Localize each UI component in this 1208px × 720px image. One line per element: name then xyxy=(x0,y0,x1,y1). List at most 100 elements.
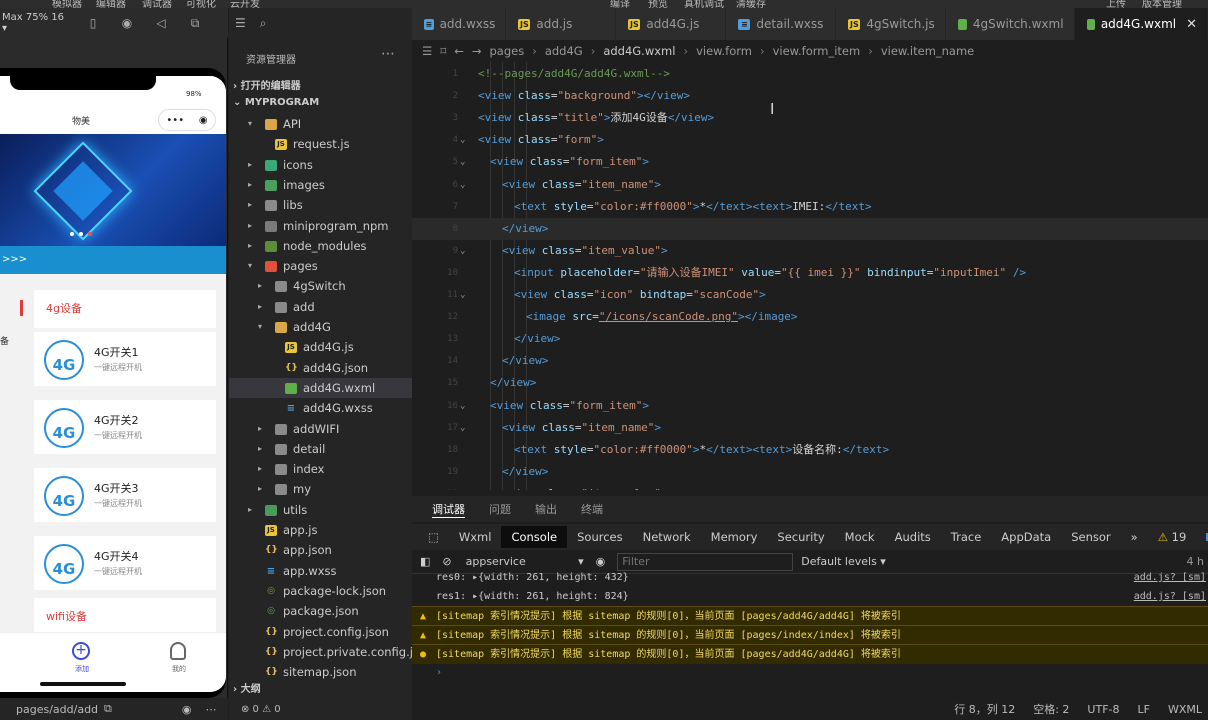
problems-status[interactable]: ⊗ 0 ⚠ 0 xyxy=(229,698,412,720)
console-prompt[interactable]: › xyxy=(412,663,1208,683)
tree-item[interactable]: ▸ libs xyxy=(229,195,412,215)
device-card[interactable]: 4G 4G开关1 一键远程开机 xyxy=(34,332,216,386)
device-selector[interactable]: Max 75% 16 ▾ xyxy=(2,12,68,34)
code-line[interactable]: 20 <view class="item_value"> xyxy=(412,483,1208,490)
menu-3[interactable]: 可视化 xyxy=(186,0,216,8)
code-line[interactable]: 3 <view class="title">添加4G设备</view> xyxy=(412,107,1208,129)
chevron-icon[interactable]: ▸ xyxy=(255,276,265,296)
devtools-tab-mock[interactable]: Mock xyxy=(835,526,885,548)
more-tabs-icon[interactable]: » xyxy=(1121,526,1148,548)
tree-item[interactable]: ▸ add xyxy=(229,297,412,317)
profile-tab-icon[interactable] xyxy=(170,642,186,660)
tab-add-wxss[interactable]: ≡ add.wxss xyxy=(412,8,507,40)
fold-chevron-icon[interactable]: ⌄ xyxy=(460,129,465,151)
open-editors-section[interactable]: › 打开的编辑器 xyxy=(233,77,301,92)
device-card[interactable]: 4G 4G开关2 一键远程开机 xyxy=(34,400,216,454)
tree-item[interactable]: ▸ index xyxy=(229,459,412,479)
page-path[interactable]: pages/add/add xyxy=(16,703,98,716)
record-icon[interactable]: ◉ xyxy=(118,16,136,30)
eye-icon[interactable]: ◉ xyxy=(596,555,606,568)
device-card[interactable]: 4G 4G开关4 一键远程开机 xyxy=(34,536,216,590)
devtools-tab-sources[interactable]: Sources xyxy=(567,526,633,548)
menu-2[interactable]: 调试器 xyxy=(142,0,172,8)
back-icon[interactable]: ← xyxy=(454,44,464,58)
tree-item[interactable]: ▸ icons xyxy=(229,155,412,175)
log-levels-select[interactable]: Default levels ▾ xyxy=(801,555,886,568)
code-line[interactable]: 15 </view> xyxy=(412,372,1208,394)
close-mini-program-icon[interactable]: ◉ xyxy=(199,115,208,126)
eol[interactable]: LF xyxy=(1138,703,1150,716)
tab-add4G-wxml[interactable]: add4G.wxml ✕ xyxy=(1074,8,1208,40)
code-editor[interactable]: 1 <!--pages/add4G/add4G.wxml--> 2 <view cla… xyxy=(412,62,1208,490)
tab-add-js[interactable]: JS add.js xyxy=(506,8,617,40)
code-line[interactable]: 1 <!--pages/add4G/add4G.wxml--> xyxy=(412,63,1208,85)
tree-item[interactable]: {} app.json xyxy=(229,540,412,560)
sound-icon[interactable]: ◁ xyxy=(152,16,170,30)
menu-0[interactable]: 模拟器 xyxy=(52,0,82,8)
code-line[interactable]: 17 ⌄ <view class="item_name"> xyxy=(412,417,1208,439)
toolbar-right-0[interactable]: 上传 xyxy=(1106,0,1126,8)
tree-item[interactable]: ≡ add4G.wxss xyxy=(229,398,412,418)
devtools-tab-wxml[interactable]: Wxml xyxy=(449,526,502,548)
code-line[interactable]: 19 </view> xyxy=(412,461,1208,483)
chevron-icon[interactable]: ▸ xyxy=(255,439,265,459)
capsule-button[interactable]: ••• ◉ xyxy=(158,109,216,131)
forward-icon[interactable]: → xyxy=(472,44,482,58)
devtools-tab-network[interactable]: Network xyxy=(633,526,701,548)
tab-add-label[interactable]: 添加 xyxy=(75,664,89,674)
code-line[interactable]: 9 ⌄ <view class="item_value"> xyxy=(412,240,1208,262)
crumb-item[interactable]: add4G xyxy=(545,44,583,58)
tree-item[interactable]: ▾ add4G xyxy=(229,317,412,337)
eye-icon[interactable]: ◉ xyxy=(182,703,192,716)
code-line[interactable]: 4 ⌄ <view class="form"> xyxy=(412,129,1208,151)
tree-item[interactable]: ▸ utils xyxy=(229,500,412,520)
code-line[interactable]: 11 ⌄ <view class="icon" bindtap="scanCode"… xyxy=(412,284,1208,306)
chevron-icon[interactable]: ▸ xyxy=(245,500,255,520)
tree-item[interactable]: ▸ miniprogram_npm xyxy=(229,216,412,236)
devtools-tab-trace[interactable]: Trace xyxy=(941,526,992,548)
code-line[interactable]: 13 </view> xyxy=(412,328,1208,350)
warning-count[interactable]: ⚠ 19 xyxy=(1148,526,1197,548)
chevron-icon[interactable]: ▸ xyxy=(255,459,265,479)
chevron-icon[interactable]: ▾ xyxy=(245,256,255,276)
tab-add4G-js[interactable]: JS add4G.js xyxy=(616,8,727,40)
tab-4gSwitch-js[interactable]: JS 4gSwitch.js xyxy=(836,8,947,40)
inspect-icon[interactable]: ⬚ xyxy=(418,526,449,548)
chevron-icon[interactable]: ▸ xyxy=(245,216,255,236)
devtools-tab-memory[interactable]: Memory xyxy=(701,526,768,548)
devtools-tab-console[interactable]: Console xyxy=(501,526,568,548)
chevron-icon[interactable]: ▾ xyxy=(255,317,265,337)
chevron-icon[interactable]: ▸ xyxy=(255,479,265,499)
tree-item[interactable]: add4G.wxml xyxy=(229,377,412,398)
code-line[interactable]: 6 ⌄ <view class="item_name"> xyxy=(412,174,1208,196)
clear-console-icon[interactable]: ⊘ xyxy=(442,555,451,568)
explorer-more-icon[interactable]: ⋯ xyxy=(381,46,395,62)
toolbar-2[interactable]: 真机调试 xyxy=(684,0,724,8)
chevron-icon[interactable]: ▸ xyxy=(245,236,255,256)
add-tab-icon[interactable]: + xyxy=(72,642,90,660)
code-line[interactable]: 14 </view> xyxy=(412,350,1208,372)
tree-item[interactable]: ▾ pages xyxy=(229,256,412,276)
code-line[interactable]: 2 <view class="background"></view> xyxy=(412,85,1208,107)
sidebar-toggle-icon[interactable]: ◧ xyxy=(420,555,430,568)
tree-item[interactable]: JS app.js xyxy=(229,520,412,540)
chevron-icon[interactable]: ▸ xyxy=(245,175,255,195)
code-line[interactable]: 8 </view> xyxy=(412,217,1208,240)
devtools-tab-security[interactable]: Security xyxy=(767,526,834,548)
split-icon[interactable]: ☰ xyxy=(422,44,432,58)
cursor-position[interactable]: 行 8，列 12 xyxy=(954,701,1015,717)
files-icon[interactable]: ☰ xyxy=(235,16,246,30)
devtools-tab-sensor[interactable]: Sensor xyxy=(1061,526,1120,548)
fold-chevron-icon[interactable]: ⌄ xyxy=(460,417,465,439)
bookmark-icon[interactable]: ⌑ xyxy=(440,44,446,58)
tree-item[interactable]: ≡ app.wxss xyxy=(229,561,412,581)
fold-chevron-icon[interactable]: ⌄ xyxy=(460,151,465,173)
source-link[interactable]: add.js? [sm] xyxy=(1134,568,1206,587)
crumb-item[interactable]: view.form xyxy=(696,44,752,58)
project-section[interactable]: ⌄ MYPROGRAM xyxy=(233,97,319,108)
toolbar-right-1[interactable]: 版本管理 xyxy=(1142,0,1182,8)
tab-detail-wxss[interactable]: ≡ detail.wxss xyxy=(726,8,837,40)
crumb-item[interactable]: view.form_item xyxy=(773,44,861,58)
info-count[interactable]: 1 xyxy=(1196,526,1208,548)
encoding[interactable]: UTF-8 xyxy=(1087,703,1119,716)
